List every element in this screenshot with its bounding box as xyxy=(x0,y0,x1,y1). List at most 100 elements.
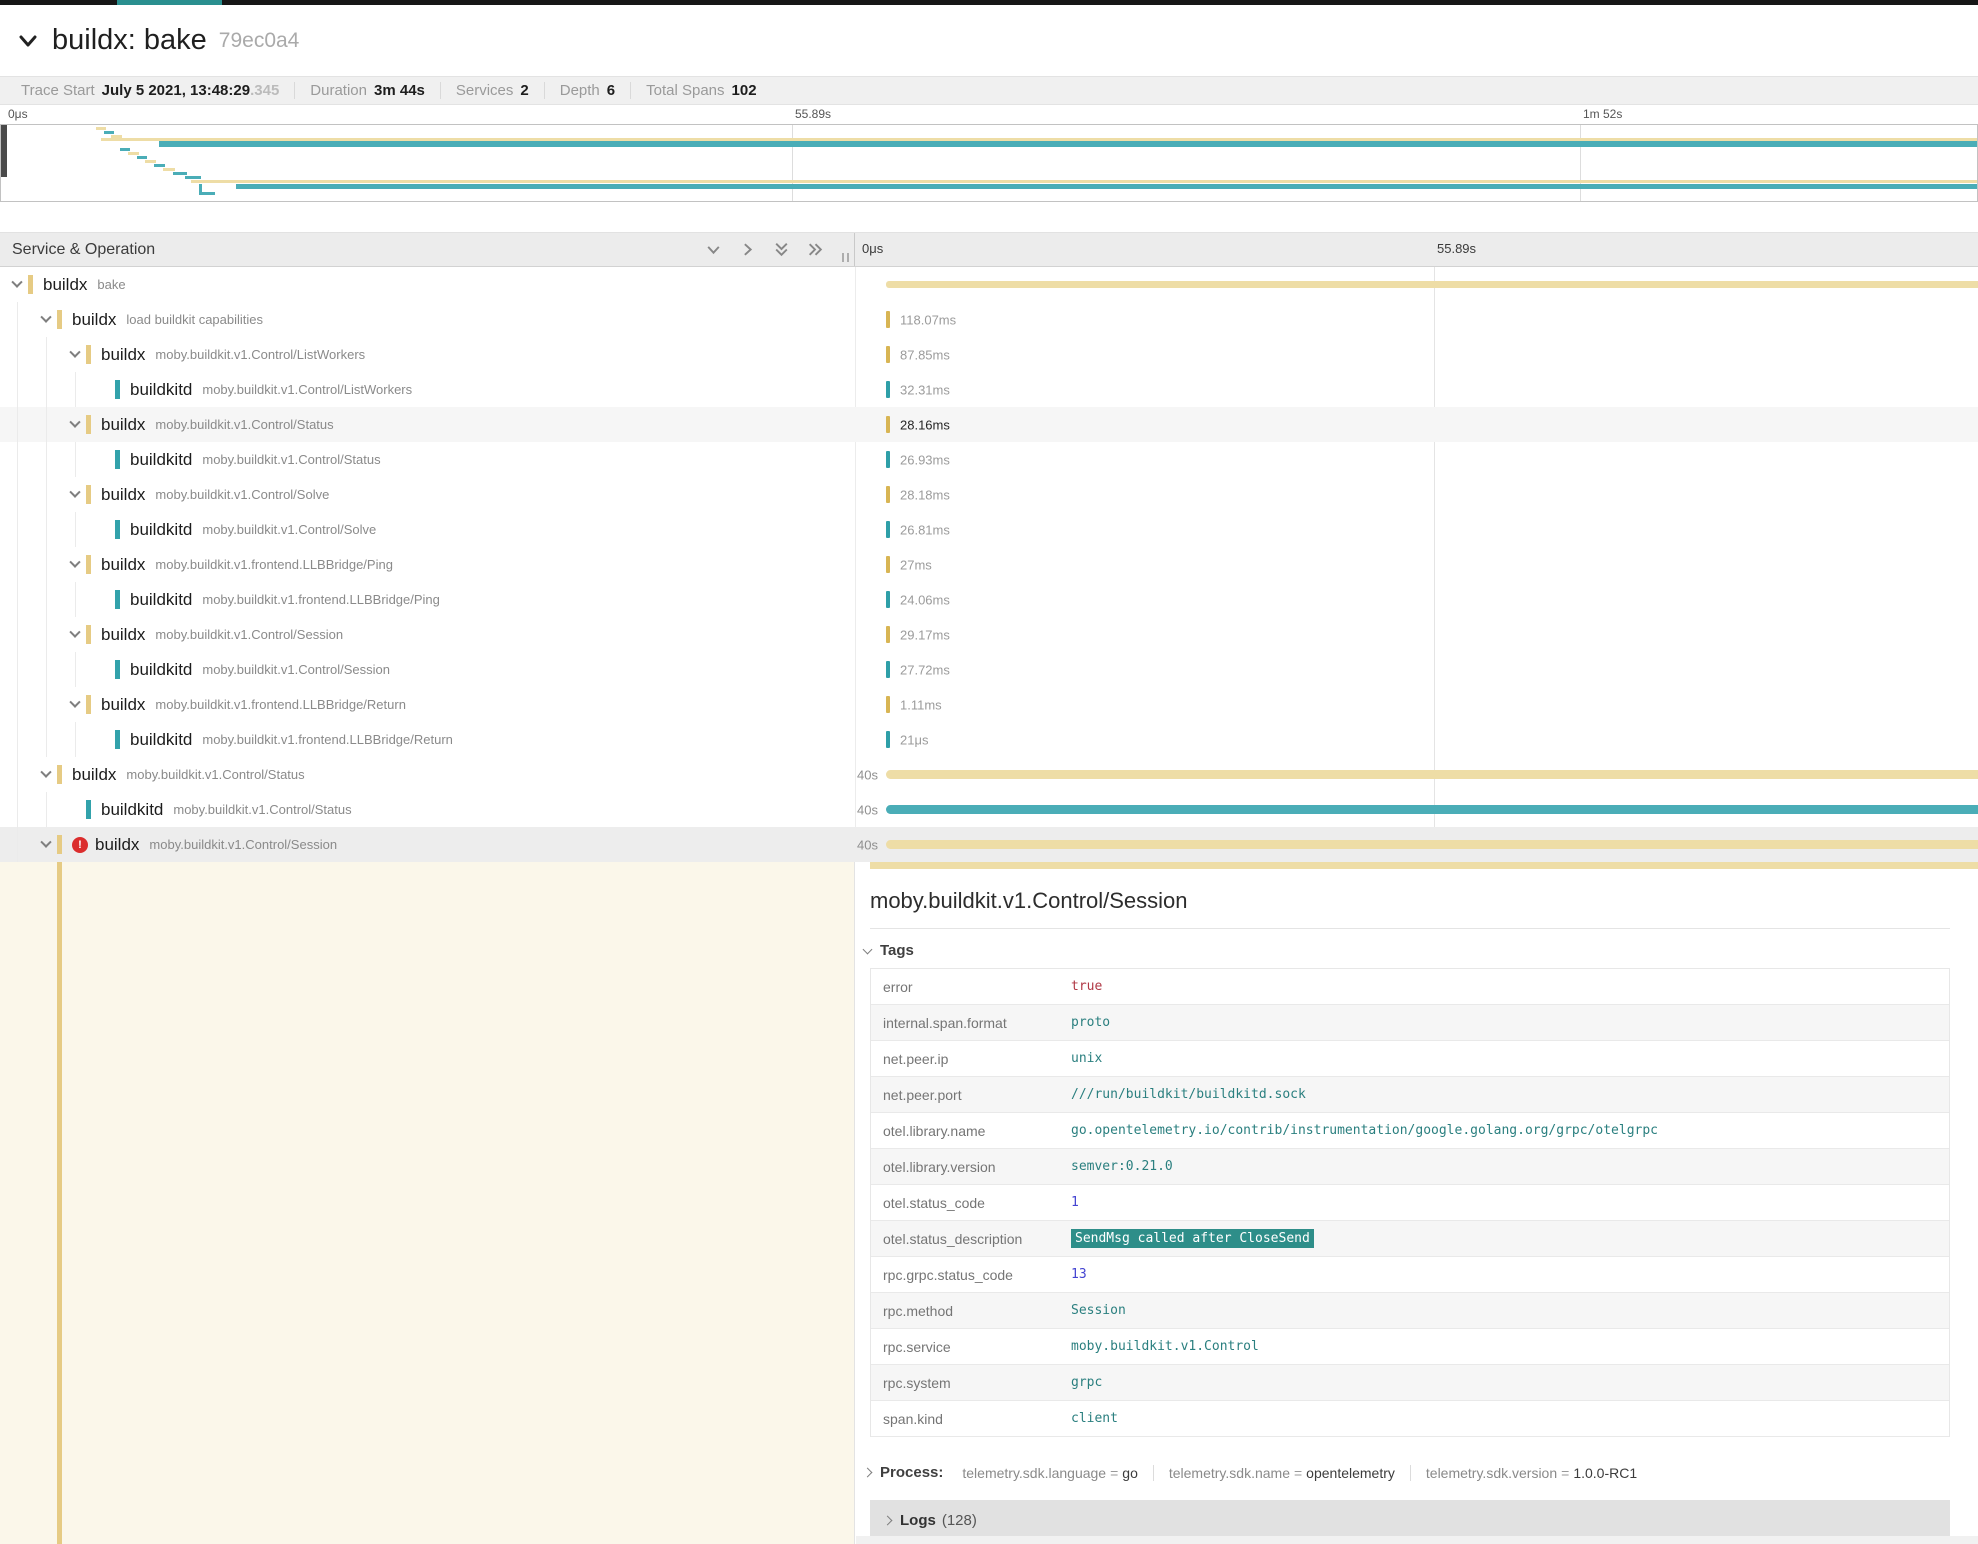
span-row-timeline-cell[interactable]: 27.72ms xyxy=(855,652,1978,687)
span-row-timeline-cell[interactable]: 1.11ms xyxy=(855,687,1978,722)
span-row[interactable]: buildxmoby.buildkit.v1.Control/Status28.… xyxy=(0,407,1978,442)
span-row-label-cell[interactable]: buildkitdmoby.buildkit.v1.Control/Sessio… xyxy=(0,652,855,687)
collapse-all-double-chevron-down-icon[interactable] xyxy=(773,241,790,258)
span-row-timeline-cell[interactable]: 21μs xyxy=(855,722,1978,757)
span-row-label-cell[interactable]: buildxmoby.buildkit.v1.frontend.LLBBridg… xyxy=(0,547,855,582)
span-row-label-cell[interactable]: buildxmoby.buildkit.v1.frontend.LLBBridg… xyxy=(0,687,855,722)
span-row-timeline-cell[interactable]: 87.85ms xyxy=(855,337,1978,372)
tag-value: 13 xyxy=(1071,1267,1087,1282)
chevron-down-icon[interactable] xyxy=(35,841,57,849)
span-row-timeline-cell[interactable]: 28.16ms xyxy=(855,407,1978,442)
span-duration-tick[interactable] xyxy=(886,311,890,328)
span-row-label-cell[interactable]: buildkitdmoby.buildkit.v1.frontend.LLBBr… xyxy=(0,582,855,617)
span-row[interactable]: buildkitdmoby.buildkit.v1.Control/Status… xyxy=(0,442,1978,477)
span-row-timeline-cell[interactable]: 29.17ms xyxy=(855,617,1978,652)
span-duration-tick[interactable] xyxy=(886,346,890,363)
span-row[interactable]: buildkitdmoby.buildkit.v1.Control/Status… xyxy=(0,792,1978,827)
process-section-toggle[interactable]: Process: telemetry.sdk.language=goteleme… xyxy=(862,1464,1978,1481)
span-duration-tick[interactable] xyxy=(886,381,890,398)
span-duration-bar[interactable] xyxy=(886,281,1978,288)
span-row-timeline-cell[interactable]: 26.93ms xyxy=(855,442,1978,477)
span-duration-bar[interactable] xyxy=(886,805,1978,814)
span-row-label-cell[interactable]: buildkitdmoby.buildkit.v1.Control/ListWo… xyxy=(0,372,855,407)
span-row-timeline-cell[interactable]: 32.31ms xyxy=(855,372,1978,407)
span-duration-bar[interactable] xyxy=(886,770,1978,779)
span-row-label-cell[interactable]: buildkitdmoby.buildkit.v1.frontend.LLBBr… xyxy=(0,722,855,757)
chevron-down-icon[interactable] xyxy=(64,631,86,639)
span-row-timeline-cell[interactable]: 118.07ms xyxy=(855,302,1978,337)
span-row[interactable]: buildxmoby.buildkit.v1.Control/Status40s xyxy=(0,757,1978,792)
span-row-label-cell[interactable]: buildxbake xyxy=(0,267,855,302)
span-row-label-cell[interactable]: buildxload buildkit capabilities xyxy=(0,302,855,337)
span-row-label-cell[interactable]: buildxmoby.buildkit.v1.Control/Status xyxy=(0,407,855,442)
selected-span-duration-bar[interactable] xyxy=(870,862,1978,869)
span-row-timeline-cell[interactable] xyxy=(855,267,1978,302)
span-row[interactable]: buildkitdmoby.buildkit.v1.Control/ListWo… xyxy=(0,372,1978,407)
span-row-label-cell[interactable]: buildkitdmoby.buildkit.v1.Control/Status xyxy=(0,442,855,477)
span-row[interactable]: buildxmoby.buildkit.v1.frontend.LLBBridg… xyxy=(0,547,1978,582)
span-duration-tick[interactable] xyxy=(886,451,890,468)
span-duration-tick[interactable] xyxy=(886,696,890,713)
span-row-timeline-cell[interactable]: 26.81ms xyxy=(855,512,1978,547)
span-duration-tick[interactable] xyxy=(886,591,890,608)
expand-one-chevron-right-icon[interactable] xyxy=(739,241,756,258)
span-row-label-cell[interactable]: buildkitdmoby.buildkit.v1.Control/Solve xyxy=(0,512,855,547)
span-row-label-cell[interactable]: buildxmoby.buildkit.v1.Control/Solve xyxy=(0,477,855,512)
tag-value: go.opentelemetry.io/contrib/instrumentat… xyxy=(1071,1123,1658,1138)
span-row-timeline-cell[interactable]: 28.18ms xyxy=(855,477,1978,512)
span-row[interactable]: buildxmoby.buildkit.v1.Control/ListWorke… xyxy=(0,337,1978,372)
span-row-timeline-cell[interactable]: 40s xyxy=(855,827,1978,862)
span-duration-tick[interactable] xyxy=(886,661,890,678)
indent-guide xyxy=(64,582,93,617)
span-row[interactable]: buildxmoby.buildkit.v1.Control/Session29… xyxy=(0,617,1978,652)
minimap-canvas[interactable] xyxy=(0,124,1978,202)
logs-section-toggle[interactable]: Logs (128) xyxy=(870,1500,1950,1540)
span-row-timeline-cell[interactable]: 24.06ms xyxy=(855,582,1978,617)
span-row[interactable]: buildxload buildkit capabilities118.07ms xyxy=(0,302,1978,337)
trace-collapse-chevron-down-icon[interactable] xyxy=(14,27,42,55)
chevron-down-icon[interactable] xyxy=(6,281,28,289)
service-color-bar xyxy=(86,695,91,714)
span-duration-tick[interactable] xyxy=(886,626,890,643)
span-row[interactable]: !buildxmoby.buildkit.v1.Control/Session4… xyxy=(0,827,1978,862)
timeline-minimap[interactable]: 0μs55.89s1m 52s xyxy=(0,106,1978,202)
minimap-drag-handle[interactable] xyxy=(1,125,7,177)
chevron-down-icon[interactable] xyxy=(35,771,57,779)
chevron-down-icon[interactable] xyxy=(64,421,86,429)
column-resizer-grip[interactable] xyxy=(842,253,849,262)
span-duration-bar[interactable] xyxy=(886,840,1978,849)
span-row[interactable]: buildxbake xyxy=(0,267,1978,302)
span-row[interactable]: buildkitdmoby.buildkit.v1.frontend.LLBBr… xyxy=(0,582,1978,617)
chevron-down-icon[interactable] xyxy=(64,701,86,709)
collapse-one-chevron-down-icon[interactable] xyxy=(705,241,722,258)
span-row-timeline-cell[interactable]: 27ms xyxy=(855,547,1978,582)
service-color-bar xyxy=(57,835,62,854)
span-duration-tick[interactable] xyxy=(886,416,890,433)
span-row[interactable]: buildkitdmoby.buildkit.v1.Control/Sessio… xyxy=(0,652,1978,687)
tag-key: rpc.method xyxy=(871,1303,1071,1319)
span-row-label-cell[interactable]: buildxmoby.buildkit.v1.Control/Session xyxy=(0,617,855,652)
span-row-label-cell[interactable]: buildkitdmoby.buildkit.v1.Control/Status xyxy=(0,792,855,827)
tags-section-toggle[interactable]: Tags xyxy=(862,942,1978,959)
chevron-down-icon[interactable] xyxy=(64,351,86,359)
span-row[interactable]: buildkitdmoby.buildkit.v1.frontend.LLBBr… xyxy=(0,722,1978,757)
span-row-timeline-cell[interactable]: 40s xyxy=(855,792,1978,827)
chevron-down-icon[interactable] xyxy=(35,316,57,324)
process-equals: = xyxy=(1557,1465,1573,1481)
span-duration-tick[interactable] xyxy=(886,556,890,573)
span-row[interactable]: buildkitdmoby.buildkit.v1.Control/Solve2… xyxy=(0,512,1978,547)
span-row-label-cell[interactable]: buildxmoby.buildkit.v1.Control/Status xyxy=(0,757,855,792)
span-row-timeline-cell[interactable]: 40s xyxy=(855,757,1978,792)
chevron-down-icon[interactable] xyxy=(64,561,86,569)
span-row-label-cell[interactable]: buildxmoby.buildkit.v1.Control/ListWorke… xyxy=(0,337,855,372)
span-duration-tick[interactable] xyxy=(886,486,890,503)
span-row[interactable]: buildxmoby.buildkit.v1.Control/Solve28.1… xyxy=(0,477,1978,512)
expand-all-double-chevron-right-icon[interactable] xyxy=(807,241,824,258)
span-row-label-cell[interactable]: !buildxmoby.buildkit.v1.Control/Session xyxy=(0,827,855,862)
chevron-down-icon[interactable] xyxy=(64,491,86,499)
span-duration-tick[interactable] xyxy=(886,731,890,748)
span-duration-tick[interactable] xyxy=(886,521,890,538)
indent-guide xyxy=(6,477,35,512)
chevron-glyph xyxy=(11,276,22,287)
span-row[interactable]: buildxmoby.buildkit.v1.frontend.LLBBridg… xyxy=(0,687,1978,722)
